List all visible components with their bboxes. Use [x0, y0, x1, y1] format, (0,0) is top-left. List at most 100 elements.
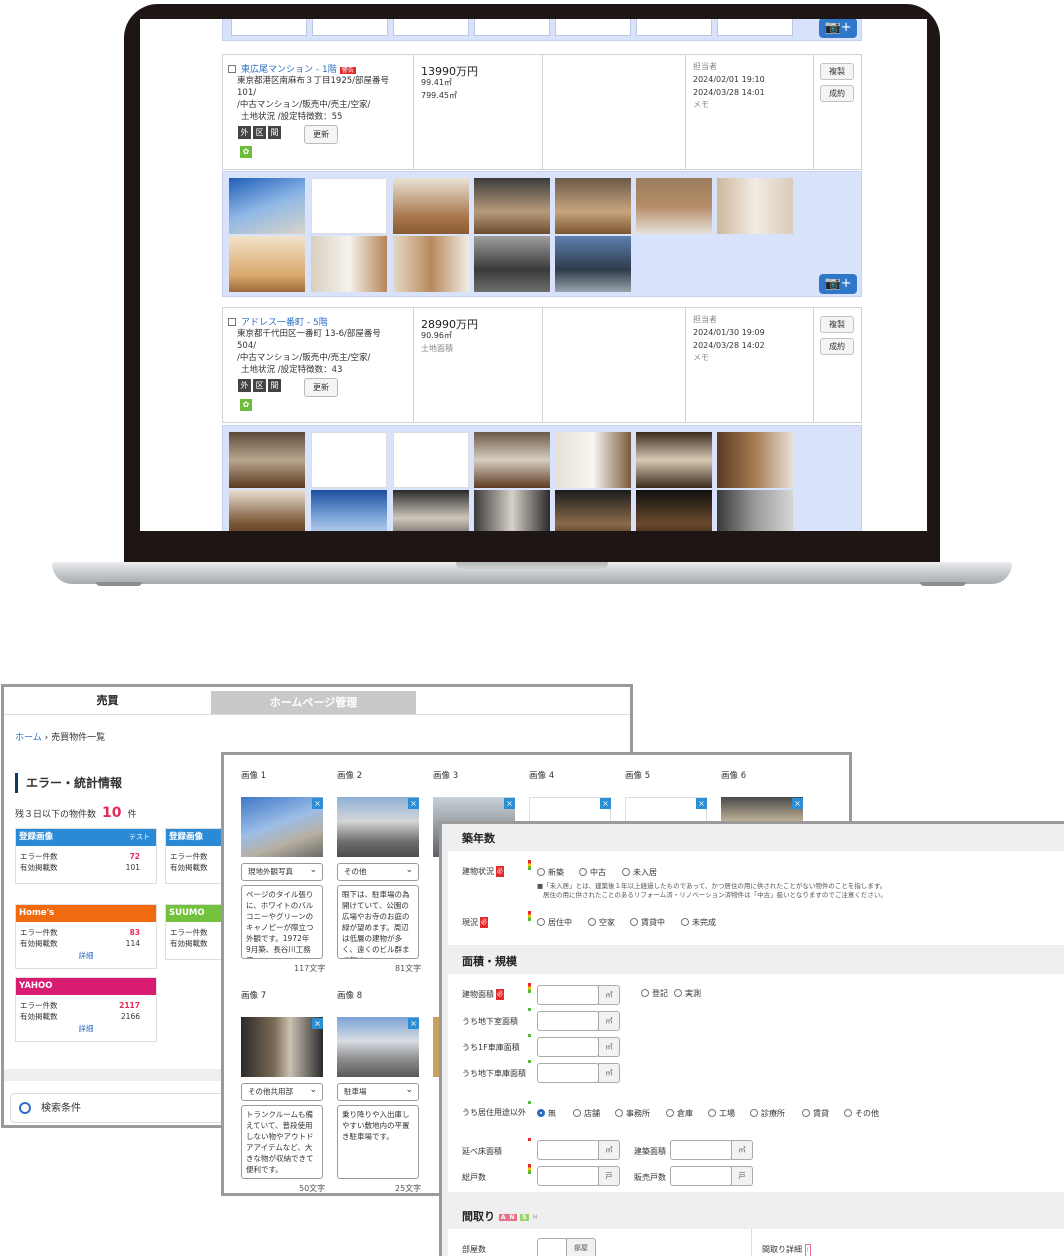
- change-image-button[interactable]: [717, 19, 793, 36]
- close-icon[interactable]: ×: [600, 798, 611, 809]
- floorplan-thumb[interactable]: [311, 432, 387, 488]
- radio-vacant[interactable]: 空家: [588, 917, 615, 928]
- photo-thumb[interactable]: [717, 178, 793, 234]
- radio-rented[interactable]: 賃貸中: [630, 917, 665, 928]
- image-thumb[interactable]: [241, 797, 323, 857]
- field-label-current: 現況必: [462, 917, 489, 928]
- radio-office[interactable]: 事務所: [615, 1108, 650, 1119]
- listing-checkbox[interactable]: [228, 318, 236, 326]
- done-button[interactable]: 成約: [820, 85, 854, 102]
- change-image-button[interactable]: [636, 19, 712, 36]
- change-image-button[interactable]: [555, 19, 631, 36]
- photo-thumb[interactable]: [717, 432, 793, 488]
- photo-thumb[interactable]: [474, 178, 550, 234]
- copy-button[interactable]: 複製: [820, 316, 854, 333]
- radio-rental[interactable]: 賃貸: [802, 1108, 829, 1119]
- photo-thumb[interactable]: [229, 490, 305, 531]
- photo-thumb[interactable]: [474, 236, 550, 292]
- building-area-input[interactable]: [537, 985, 599, 1005]
- image-comment-textarea[interactable]: トランクルームも備えていて、普段使用しない物やアウトドアアイテムなど、大きな物が…: [241, 1105, 323, 1179]
- update-button[interactable]: 更新: [304, 125, 338, 144]
- photo-thumb[interactable]: [555, 490, 631, 531]
- photo-thumb[interactable]: [229, 236, 305, 292]
- photo-thumb[interactable]: [474, 490, 550, 531]
- update-button[interactable]: 更新: [304, 378, 338, 397]
- image-category-select[interactable]: その他: [337, 862, 419, 881]
- radio-measured[interactable]: 実測: [674, 988, 701, 999]
- listing-checkbox[interactable]: [228, 65, 236, 73]
- add-photo-icon[interactable]: 📷+: [819, 274, 857, 294]
- radio-none[interactable]: 無: [537, 1108, 556, 1119]
- garage-basement-input[interactable]: [537, 1063, 599, 1083]
- image-category-select[interactable]: その他共用部: [241, 1082, 323, 1101]
- radio-unoccupied[interactable]: 未入居: [622, 867, 657, 878]
- copy-button[interactable]: 複製: [820, 63, 854, 80]
- change-image-button[interactable]: [312, 19, 388, 36]
- photo-thumb[interactable]: [474, 432, 550, 488]
- image-thumb[interactable]: [337, 1017, 419, 1077]
- close-icon[interactable]: ×: [696, 798, 707, 809]
- photo-thumb[interactable]: [311, 236, 387, 292]
- rooms-input[interactable]: [537, 1238, 567, 1256]
- radio-occupied[interactable]: 居住中: [537, 917, 572, 928]
- basement-area-input[interactable]: [537, 1011, 599, 1031]
- photo-thumb[interactable]: [393, 178, 469, 234]
- image-category-select[interactable]: 現地外観写真: [241, 862, 323, 881]
- radio-other[interactable]: その他: [844, 1108, 879, 1119]
- close-icon[interactable]: ×: [504, 798, 515, 809]
- photo-thumb[interactable]: [555, 236, 631, 292]
- close-icon[interactable]: ×: [408, 798, 419, 809]
- tab-homepage[interactable]: ホームページ管理: [211, 691, 416, 714]
- done-button[interactable]: 成約: [820, 338, 854, 355]
- photo-thumb[interactable]: [393, 236, 469, 292]
- photo-thumb[interactable]: [229, 178, 305, 234]
- floorplan-thumb[interactable]: [311, 178, 387, 234]
- image-comment-textarea[interactable]: 眼下は、駐車場の為開けていて、公園の広場やお寺のお庭の緑が望めます。周辺は低層の…: [337, 885, 419, 959]
- image-comment-textarea[interactable]: 乗り降りや入出庫しやすい敷地内の平置き駐車場です。: [337, 1105, 419, 1179]
- photo-thumb[interactable]: [555, 432, 631, 488]
- detail-link[interactable]: 詳細: [16, 949, 156, 963]
- change-image-button[interactable]: [393, 19, 469, 36]
- status-note: 居住の用に供されたことのあるリフォーム済・リノベーション済物件は「中古」扱いとな…: [543, 891, 887, 899]
- radio-registered[interactable]: 登記: [641, 988, 668, 999]
- floorplan-thumb[interactable]: [393, 432, 469, 488]
- garage-1f-input[interactable]: [537, 1037, 599, 1057]
- image-thumb[interactable]: [337, 797, 419, 857]
- listing-title-link[interactable]: アドレス一番町 - 5階: [241, 318, 328, 328]
- sale-units-input[interactable]: [670, 1166, 732, 1186]
- radio-clinic[interactable]: 診療所: [750, 1108, 785, 1119]
- floor-area-input[interactable]: [537, 1140, 599, 1160]
- radio-shop[interactable]: 店舗: [573, 1108, 600, 1119]
- photo-thumb[interactable]: [555, 178, 631, 234]
- image-comment-textarea[interactable]: ページのタイル張りに、ホワイトのバルコニーやグリーンのキャノピーが際立つ外観です…: [241, 885, 323, 959]
- total-units-input[interactable]: [537, 1166, 599, 1186]
- radio-warehouse[interactable]: 倉庫: [666, 1108, 693, 1119]
- detail-link[interactable]: 詳細: [16, 1022, 156, 1036]
- photo-thumb[interactable]: [636, 432, 712, 488]
- change-image-button[interactable]: [231, 19, 307, 36]
- listing-title-link[interactable]: 東広尾マンション - 1階: [241, 65, 337, 75]
- photo-thumb[interactable]: [717, 490, 793, 531]
- image-category-select[interactable]: 駐車場: [337, 1082, 419, 1101]
- radio-new[interactable]: 新築: [537, 867, 564, 878]
- photo-thumb[interactable]: [229, 432, 305, 488]
- radio-factory[interactable]: 工場: [708, 1108, 735, 1119]
- photo-thumb[interactable]: [311, 490, 387, 531]
- image-thumb[interactable]: [241, 1017, 323, 1077]
- change-image-button[interactable]: [474, 19, 550, 36]
- close-icon[interactable]: ×: [312, 798, 323, 809]
- close-icon[interactable]: ×: [312, 1018, 323, 1029]
- breadcrumb-home[interactable]: ホーム: [15, 733, 42, 743]
- tab-sales[interactable]: 売買: [4, 687, 211, 714]
- add-photo-icon[interactable]: 📷+: [819, 19, 857, 38]
- radio-used[interactable]: 中古: [579, 867, 606, 878]
- updated-date: 2024/03/28 14:02: [693, 341, 765, 350]
- close-icon[interactable]: ×: [408, 1018, 419, 1029]
- unit-label: ㎡: [598, 1140, 620, 1160]
- photo-thumb[interactable]: [393, 490, 469, 531]
- photo-thumb[interactable]: [636, 490, 712, 531]
- build-area-input[interactable]: [670, 1140, 732, 1160]
- radio-incomplete[interactable]: 未完成: [681, 917, 716, 928]
- photo-thumb[interactable]: [636, 178, 712, 234]
- close-icon[interactable]: ×: [792, 798, 803, 809]
